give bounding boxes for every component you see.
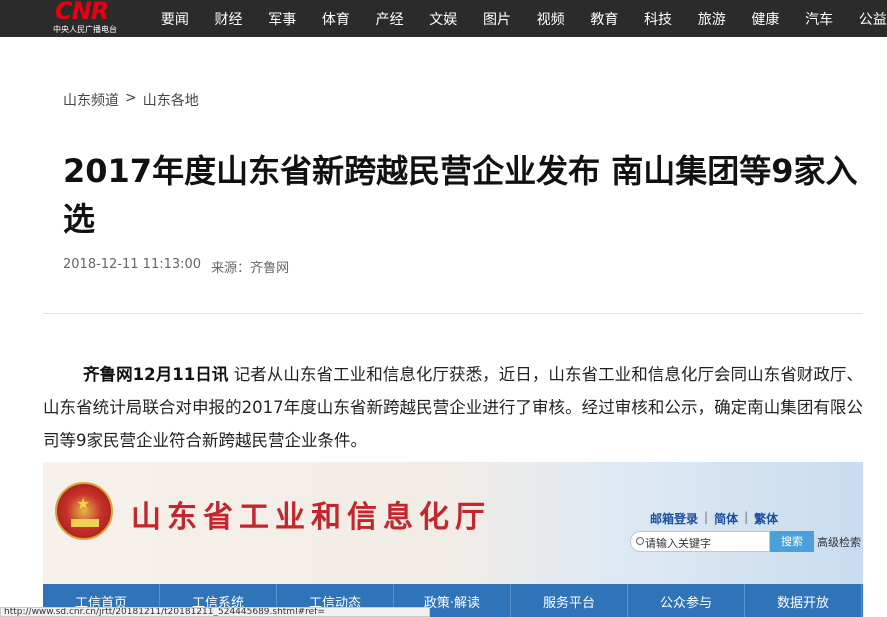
breadcrumb: 山东频道 > 山东各地	[63, 90, 199, 110]
nav-item-qiche[interactable]: 汽车	[792, 9, 846, 29]
article-body: 齐鲁网12月11日讯 记者从山东省工业和信息化厅获悉，近日，山东省工业和信息化厅…	[43, 358, 863, 457]
breadcrumb-shandong-channel[interactable]: 山东频道	[63, 90, 119, 110]
mail-login-link[interactable]: 邮箱登录	[650, 510, 698, 527]
nav-item-jiaoyu[interactable]: 教育	[578, 9, 632, 29]
article-source: 来源：齐鲁网	[211, 261, 290, 276]
nav-item-tiyu[interactable]: 体育	[309, 9, 363, 29]
embed-search-input[interactable]: 请输入关键字	[630, 531, 770, 552]
nav-item-shipin[interactable]: 视频	[524, 9, 578, 29]
embed-menu-data[interactable]: 数据开放	[745, 584, 862, 617]
link-separator: |	[704, 510, 709, 524]
embed-menu-service[interactable]: 服务平台	[511, 584, 628, 617]
logo-subtitle: 中央人民广播电台	[53, 25, 117, 34]
nav-item-keji[interactable]: 科技	[631, 9, 685, 29]
embed-menu-public[interactable]: 公众参与	[628, 584, 745, 617]
article-lead: 齐鲁网12月11日讯	[83, 365, 229, 384]
breadcrumb-shandong-local[interactable]: 山东各地	[143, 90, 199, 110]
embed-search-button[interactable]: 搜索	[770, 531, 814, 552]
article-title: 2017年度山东省新跨越民营企业发布 南山集团等9家入选	[63, 152, 858, 238]
top-nav-bar: CNR 中央人民广播电台 要闻 财经 军事 体育 产经 文娱 图片 视频 教育 …	[0, 0, 887, 37]
divider	[43, 313, 863, 314]
nav-item-gongyi[interactable]: 公益	[846, 9, 887, 29]
nav-item-lvyou[interactable]: 旅游	[685, 9, 739, 29]
nav-item-tupian[interactable]: 图片	[470, 9, 524, 29]
emblem-gate-shape	[71, 519, 99, 527]
department-name: 山东省工业和信息化厅	[131, 500, 491, 535]
embedded-website-screenshot: ★ 山东省工业和信息化厅 邮箱登录 | 简体 | 繁体 请输入关键字 搜索 高级…	[43, 462, 863, 617]
traditional-link[interactable]: 繁体	[754, 510, 778, 527]
national-emblem-icon: ★	[55, 482, 113, 540]
nav-item-junshi[interactable]: 军事	[255, 9, 309, 29]
article-datetime: 2018-12-11 11:13:00	[63, 257, 202, 272]
search-icon	[636, 537, 644, 545]
embed-top-links: 邮箱登录 | 简体 | 繁体	[650, 510, 778, 527]
nav-item-jiankang[interactable]: 健康	[739, 9, 793, 29]
main-nav: 要闻 财经 军事 体育 产经 文娱 图片 视频 教育 科技 旅游 健康 汽车 公…	[148, 0, 887, 37]
nav-item-wenyu[interactable]: 文娱	[416, 9, 470, 29]
logo-text: CNR	[55, 0, 109, 25]
breadcrumb-separator: >	[125, 90, 137, 106]
status-bar-url: http://www.sd.cnr.cn/jrtt/20181211/t2018…	[0, 607, 430, 617]
nav-item-chanjing[interactable]: 产经	[363, 9, 417, 29]
nav-item-yaowen[interactable]: 要闻	[148, 9, 202, 29]
article-meta: 2018-12-11 11:13:00 来源：齐鲁网	[63, 257, 289, 276]
simplified-link[interactable]: 简体	[714, 510, 738, 527]
advanced-search-link[interactable]: 高级检索	[817, 534, 861, 550]
cnr-logo[interactable]: CNR 中央人民广播电台	[53, 0, 133, 37]
nav-item-caijing[interactable]: 财经	[202, 9, 256, 29]
link-separator: |	[744, 510, 749, 524]
star-icon: ★	[76, 494, 91, 513]
